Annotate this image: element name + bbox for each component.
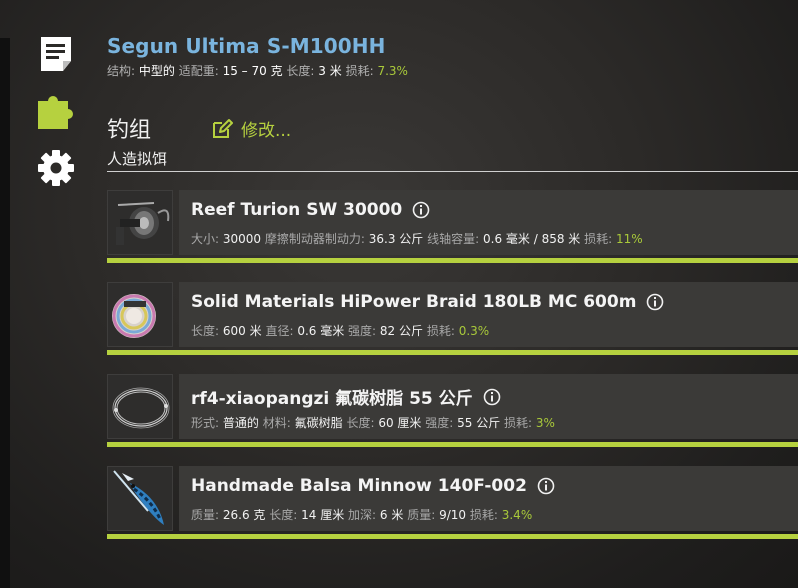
stat-value: 14 厘米 [301,508,345,522]
stat-label: 质量: [407,508,436,522]
rod-name: Segun Ultima S-M100HH [107,34,386,58]
stat-label: 大小: [191,232,220,246]
item-name: Reef Turion SW 30000 [191,200,430,220]
stat-label: 损耗: [504,416,533,430]
stat-label: 损耗: [469,508,498,522]
rod-stat-label: 结构: [107,64,136,78]
item-info: Handmade Balsa Minnow 140F-002 质量: 26.6 … [179,466,798,531]
rod-header: Segun Ultima S-M100HH 结构: 中型的 适配重: 15 – … [107,34,797,79]
stat-value: 26.6 克 [222,508,266,522]
stat-label: 损耗: [426,324,455,338]
tackle-item-line[interactable]: Solid Materials HiPower Braid 180LB MC 6… [107,282,798,355]
edit-icon [213,118,233,138]
stat-label: 材料: [262,416,291,430]
section-subtitle: 人造拟饵 [107,150,168,168]
stat-value: 60 厘米 [378,416,422,430]
tackle-item-lure[interactable]: Handmade Balsa Minnow 140F-002 质量: 26.6 … [107,466,798,539]
stat-label: 损耗: [584,232,613,246]
stat-value: 55 公斤 [457,416,501,430]
stat-label: 形式: [191,416,220,430]
edit-button[interactable]: 修改... [211,116,291,141]
document-icon[interactable] [36,34,76,74]
stat-value: 6 米 [379,508,404,522]
item-name-text: Handmade Balsa Minnow 140F-002 [191,476,527,496]
stat-label: 直径: [265,324,294,338]
leader-thumbnail [107,374,173,439]
rod-stat-value: 中型的 [138,64,175,78]
stat-value: 0.6 毫米 / 858 米 [483,232,581,246]
stat-label: 质量: [191,508,220,522]
stat-label: 线轴容量: [427,232,480,246]
item-stats: 质量: 26.6 克 长度: 14 厘米 加深: 6 米 质量: 9/10 损耗… [191,506,532,523]
reel-thumbnail [107,190,173,255]
wear-value: 3.4% [501,508,533,522]
info-icon[interactable] [412,201,430,219]
lure-thumbnail [107,466,173,531]
rod-stat-label: 损耗: [345,64,374,78]
rod-wear-value: 7.3% [377,64,408,78]
tackle-item-reel[interactable]: Reef Turion SW 30000 大小: 30000 摩擦制动器制动力:… [107,190,798,263]
stat-value: 30000 [222,232,262,246]
puzzle-icon[interactable] [36,92,76,132]
item-info: Solid Materials HiPower Braid 180LB MC 6… [179,282,798,347]
item-name: Solid Materials HiPower Braid 180LB MC 6… [191,292,664,312]
stat-value: 36.3 公斤 [368,232,424,246]
stat-value: 82 公斤 [379,324,424,338]
stat-value: 600 米 [222,324,262,338]
line-thumbnail [107,282,173,347]
item-stats: 大小: 30000 摩擦制动器制动力: 36.3 公斤 线轴容量: 0.6 毫米… [191,230,643,247]
stat-label: 加深: [348,508,377,522]
stat-label: 长度: [346,416,375,430]
stat-value: 0.6 毫米 [297,324,345,338]
condition-bar [107,534,798,539]
item-stats: 形式: 普通的 材料: 氟碳树脂 长度: 60 厘米 强度: 55 公斤 损耗:… [191,414,555,431]
item-info: rf4-xiaopangzi 氟碳树脂 55 公斤 形式: 普通的 材料: 氟碳… [179,374,798,439]
wear-value: 11% [616,232,643,246]
section-divider [107,171,798,172]
stat-label: 长度: [269,508,298,522]
info-icon[interactable] [537,477,555,495]
condition-bar [107,350,798,355]
tackle-item-leader[interactable]: rf4-xiaopangzi 氟碳树脂 55 公斤 形式: 普通的 材料: 氟碳… [107,374,798,447]
rod-stats: 结构: 中型的 适配重: 15 – 70 克 长度: 3 米 损耗: 7.3% [107,62,797,79]
item-stats: 长度: 600 米 直径: 0.6 毫米 强度: 82 公斤 损耗: 0.3% [191,322,489,339]
item-info: Reef Turion SW 30000 大小: 30000 摩擦制动器制动力:… [179,190,798,255]
rod-stat-value: 15 – 70 克 [222,64,283,78]
info-icon[interactable] [646,293,664,311]
info-icon[interactable] [483,388,501,406]
stat-label: 长度: [191,324,220,338]
item-name-text: Solid Materials HiPower Braid 180LB MC 6… [191,292,637,312]
item-name: rf4-xiaopangzi 氟碳树脂 55 公斤 [191,384,501,409]
condition-bar [107,258,798,263]
edit-button-label: 修改... [241,121,292,141]
condition-bar [107,442,798,447]
stat-value: 普通的 [222,416,259,430]
stat-label: 强度: [348,324,377,338]
item-name: Handmade Balsa Minnow 140F-002 [191,476,555,496]
stat-value: 9/10 [439,508,467,522]
rod-stat-label: 长度: [286,64,315,78]
item-name-text: rf4-xiaopangzi 氟碳树脂 55 公斤 [191,389,473,409]
gear-icon[interactable] [36,148,76,188]
item-name-text: Reef Turion SW 30000 [191,200,403,220]
wear-value: 3% [535,416,555,430]
tackle-section: 钓组 人造拟饵 修改... [107,112,797,169]
stat-label: 摩擦制动器制动力: [264,232,365,246]
left-edge-shadow [0,38,10,588]
wear-value: 0.3% [458,324,490,338]
stat-label: 强度: [425,416,454,430]
stat-value: 氟碳树脂 [294,416,343,430]
rod-stat-value: 3 米 [318,64,342,78]
rod-stat-label: 适配重: [178,64,219,78]
